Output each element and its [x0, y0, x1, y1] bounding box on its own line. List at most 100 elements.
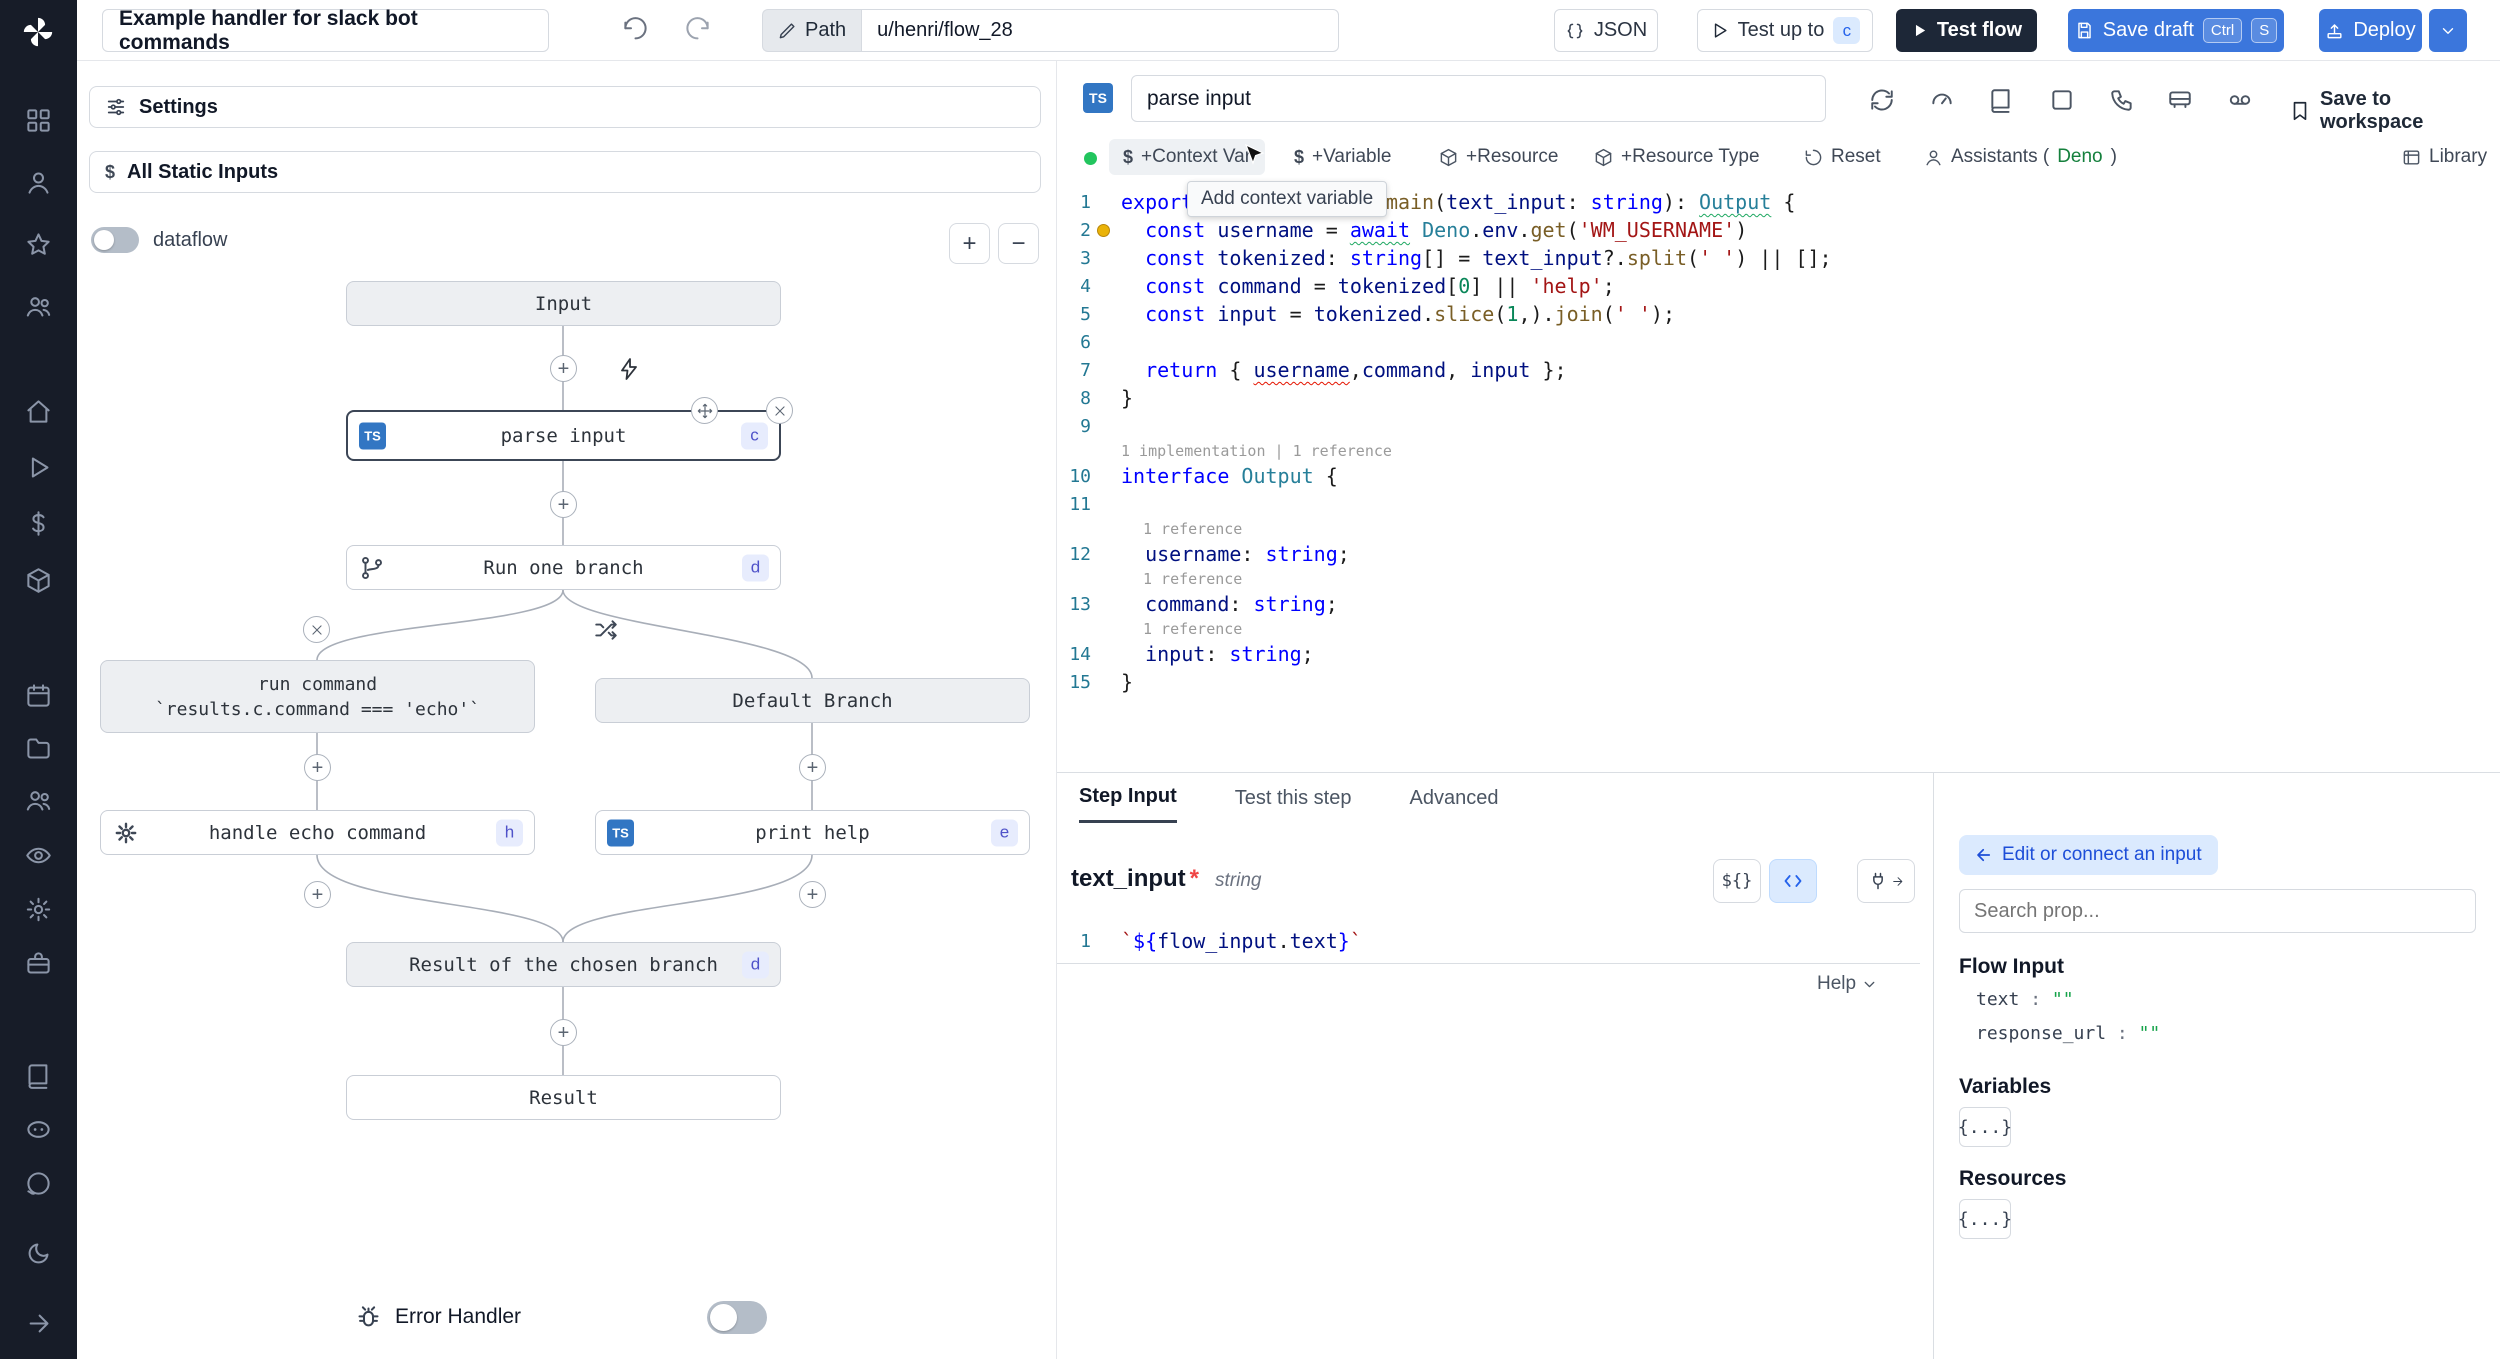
library-button[interactable]: Library [2402, 139, 2487, 175]
required-mark: * [1189, 865, 1200, 892]
resources-expand-button[interactable]: {...} [1958, 1199, 2012, 1239]
insert-step-button[interactable]: + [799, 754, 826, 781]
node-run-command-branch[interactable]: run command `results.c.command === 'echo… [100, 660, 535, 733]
node-input[interactable]: Input [346, 281, 781, 326]
add-resource-type-button[interactable]: +Resource Type [1594, 139, 1760, 175]
assistants-lang: Deno [2057, 146, 2103, 167]
prop-row-response-url[interactable]: response_url : "" [1976, 1023, 2160, 1044]
user-icon[interactable] [25, 169, 52, 196]
path-group: Path u/henri/flow_28 [762, 9, 1340, 52]
code-mode-button[interactable] [1769, 859, 1817, 903]
flow-title[interactable]: Example handler for slack bot commands [102, 7, 549, 54]
node-result[interactable]: Result [346, 1075, 781, 1120]
kbd-s: S [2251, 17, 2278, 44]
insert-step-button[interactable]: + [799, 881, 826, 908]
json-button[interactable]: JSON [1554, 9, 1658, 52]
code-line: 7 return { username,command, input }; [1057, 356, 2500, 384]
schedules-calendar-icon[interactable] [25, 682, 52, 709]
node-default-branch[interactable]: Default Branch [595, 678, 1030, 723]
members-icon[interactable] [25, 787, 52, 814]
workers-briefcase-icon[interactable] [25, 950, 52, 977]
move-step-handle[interactable] [691, 397, 718, 424]
step-id-badge-d2: d [742, 951, 769, 978]
insert-step-button[interactable]: + [304, 754, 331, 781]
variables-dollar-icon[interactable] [25, 510, 52, 537]
shuffle-branches-icon[interactable] [593, 617, 619, 643]
node-result-of-chosen-branch[interactable]: Result of the chosen branch d [346, 942, 781, 987]
tab-step-input[interactable]: Step Input [1079, 773, 1177, 823]
bus-icon[interactable] [2167, 87, 2193, 113]
tab-advanced[interactable]: Advanced [1409, 773, 1498, 823]
test-flow-button[interactable]: Test flow [1896, 9, 2037, 52]
dark-mode-moon-icon[interactable] [25, 1240, 52, 1267]
frame-icon[interactable] [2049, 87, 2075, 113]
expr-code[interactable]: `${flow_input.text}` [1121, 929, 1362, 953]
gauge-icon[interactable] [1929, 87, 1955, 113]
deploy-button[interactable]: Deploy [2319, 9, 2422, 52]
folders-icon[interactable] [25, 735, 52, 762]
undo-button[interactable] [622, 17, 649, 44]
edit-or-connect-button[interactable]: Edit or connect an input [1959, 835, 2218, 875]
help-link[interactable]: Help [1817, 973, 1878, 995]
apps-grid-icon[interactable] [25, 107, 52, 134]
path-value-field[interactable]: u/henri/flow_28 [861, 9, 1340, 52]
audit-eye-icon[interactable] [25, 842, 52, 869]
error-handler-toggle[interactable] [707, 1300, 767, 1334]
lightbulb-icon[interactable] [1097, 223, 1110, 237]
connect-input-plug-button[interactable] [1857, 859, 1915, 903]
step-name-input[interactable] [1131, 75, 1826, 122]
template-mode-button[interactable]: ${} [1713, 859, 1761, 903]
remove-branch-button[interactable] [303, 616, 330, 643]
assistants-button[interactable]: Assistants (Deno) [1924, 139, 2117, 175]
runs-play-icon[interactable] [25, 454, 52, 481]
tab-test-this-step[interactable]: Test this step [1235, 773, 1352, 823]
insert-step-button[interactable]: + [550, 1019, 577, 1046]
library-book-icon[interactable] [1988, 87, 2014, 113]
search-prop-input[interactable] [1959, 889, 2476, 933]
discord-icon[interactable] [25, 1116, 52, 1143]
sync-icon[interactable] [1869, 87, 1895, 113]
deploy-dropdown-button[interactable] [2429, 9, 2467, 52]
variables-expand-button[interactable]: {...} [1958, 1107, 2012, 1147]
prop-row-text[interactable]: text : "" [1976, 989, 2074, 1010]
node-run-one-branch[interactable]: Run one branch d [346, 545, 781, 590]
insert-step-button[interactable]: + [550, 491, 577, 518]
windmill-logo[interactable] [21, 15, 55, 49]
path-button[interactable]: Path [762, 9, 862, 52]
phone-icon[interactable] [2109, 87, 2135, 113]
settings-gear-icon[interactable] [25, 896, 52, 923]
docs-book-icon[interactable] [25, 1062, 52, 1089]
test-up-to-button[interactable]: Test up to c [1697, 9, 1873, 52]
insert-step-button[interactable]: + [550, 355, 577, 382]
redo-button[interactable] [684, 17, 711, 44]
save-draft-button[interactable]: Save draft Ctrl S [2068, 9, 2284, 52]
add-context-var-label: +Context Var [1141, 146, 1252, 167]
code-line: 15} [1057, 668, 2500, 696]
branch-icon [359, 555, 385, 581]
resources-cube-icon[interactable] [25, 567, 52, 594]
groups-icon[interactable] [25, 293, 52, 320]
status-green-dot [1084, 152, 1097, 165]
code-lines[interactable]: 1export async function main(text_input: … [1057, 188, 2500, 696]
collapse-sidebar-icon[interactable] [25, 1310, 52, 1337]
reset-button[interactable]: Reset [1804, 139, 1881, 175]
trigger-bolt-icon[interactable] [617, 357, 641, 381]
line-number: 7 [1080, 359, 1091, 381]
line-number: 6 [1080, 331, 1091, 353]
prop-key: response_url [1976, 1023, 2107, 1044]
windmill-flow-editor: Example handler for slack bot commands P… [0, 0, 2500, 1359]
favorites-star-icon[interactable] [25, 231, 52, 258]
code-line: 2 const username = await Deno.env.get('W… [1057, 216, 2500, 244]
add-resource-button[interactable]: +Resource [1439, 139, 1558, 175]
github-icon[interactable] [25, 1170, 52, 1197]
remove-step-button[interactable] [766, 397, 793, 424]
save-to-workspace-button[interactable]: Save to workspace [2289, 88, 2500, 134]
node-print-help[interactable]: TS print help e [595, 810, 1030, 855]
voicemail-icon[interactable] [2227, 87, 2253, 113]
home-icon[interactable] [25, 398, 52, 425]
prop-separator: : [2106, 1023, 2139, 1044]
node-handle-echo-command[interactable]: handle echo command h [100, 810, 535, 855]
expression-editor[interactable]: 1 `${flow_input.text}` [1057, 923, 1920, 964]
add-variable-button[interactable]: $ +Variable [1294, 139, 1391, 175]
insert-step-button[interactable]: + [304, 881, 331, 908]
